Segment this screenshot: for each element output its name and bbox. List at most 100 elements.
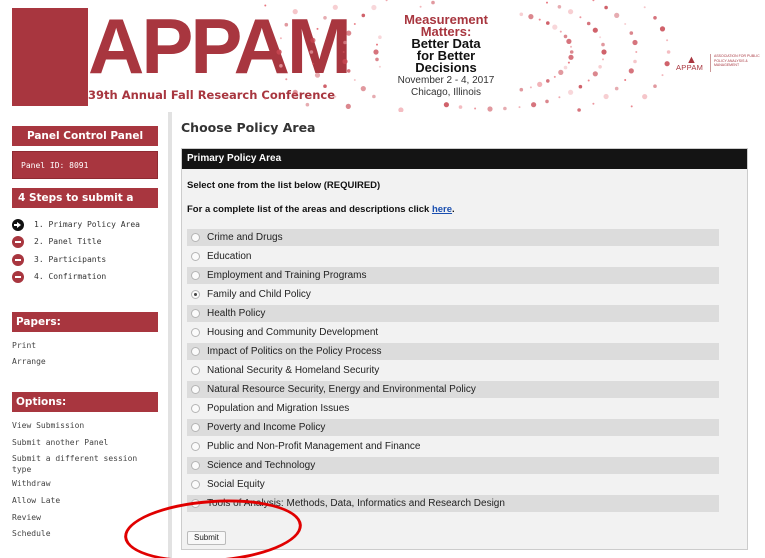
policy-option-row[interactable]: Impact of Politics on the Policy Process	[187, 343, 719, 360]
decorative-dot	[361, 13, 366, 18]
current-step-arrow-icon	[12, 219, 24, 231]
schedule-link[interactable]: Schedule	[12, 528, 152, 539]
decorative-dot	[305, 102, 310, 107]
policy-option-row[interactable]: Tools of Analysis: Methods, Data, Inform…	[187, 495, 719, 512]
conference-theme: Measurement Matters: Better Data for Bet…	[397, 13, 495, 98]
review-link[interactable]: Review	[12, 512, 152, 523]
submit-button[interactable]: Submit	[187, 531, 226, 545]
decorative-dot	[666, 39, 669, 42]
policy-option-radio[interactable]	[191, 347, 200, 356]
policy-option-radio[interactable]	[191, 271, 200, 280]
decorative-dot	[653, 15, 657, 20]
decorative-dot	[332, 4, 338, 10]
policy-option-row[interactable]: Crime and Drugs	[187, 229, 719, 246]
policy-option-radio[interactable]	[191, 290, 200, 299]
policy-option-row[interactable]: Poverty and Income Policy	[187, 419, 719, 436]
decorative-dot	[531, 102, 537, 108]
decorative-dot	[519, 87, 524, 92]
policy-option-radio[interactable]	[191, 442, 200, 451]
arrange-link[interactable]: Arrange	[12, 356, 152, 367]
policy-option-row[interactable]: Education	[187, 248, 719, 265]
decorative-dot	[323, 84, 327, 88]
policy-option-radio[interactable]	[191, 233, 200, 242]
policy-option-radio[interactable]	[191, 252, 200, 261]
withdraw-link[interactable]: Withdraw	[12, 478, 152, 489]
policy-option-radio[interactable]	[191, 385, 200, 394]
submit-different-session-link[interactable]: Submit a different session type	[12, 453, 152, 475]
policy-option-label: Housing and Community Development	[207, 327, 379, 338]
decorative-dot	[378, 35, 382, 39]
policy-option-row[interactable]: National Security & Homeland Security	[187, 362, 719, 379]
policy-option-row[interactable]: Health Policy	[187, 305, 719, 322]
step-label: 3. Participants	[34, 255, 107, 264]
theme-line-5: Decisions	[415, 60, 477, 75]
sidebar: Panel Control Panel Panel ID: 8091 4 Ste…	[12, 122, 158, 558]
policy-option-row[interactable]: Public and Non-Profit Management and Fin…	[187, 438, 719, 455]
areas-list-link[interactable]: here	[432, 204, 452, 215]
decorative-dot	[279, 37, 282, 40]
decorative-dot	[309, 50, 314, 54]
decorative-dot	[624, 79, 627, 81]
decorative-dot	[292, 89, 298, 95]
policy-option-label: Natural Resource Security, Energy and En…	[207, 384, 476, 395]
decorative-dot	[632, 39, 638, 46]
print-link[interactable]: Print	[12, 340, 152, 351]
step-label: 2. Panel Title	[34, 237, 102, 246]
decorative-dot	[375, 57, 379, 62]
pending-step-minus-icon	[12, 254, 24, 266]
decorative-dot	[635, 51, 638, 53]
decorative-dot	[603, 93, 609, 100]
policy-option-radio[interactable]	[191, 480, 200, 489]
policy-option-row[interactable]: Population and Migration Issues	[187, 400, 719, 417]
policy-option-radio[interactable]	[191, 366, 200, 375]
decorative-dot	[592, 0, 595, 2]
required-instruction: Select one from the list below (REQUIRED…	[187, 180, 381, 191]
decorative-dot	[372, 94, 376, 99]
policy-area-form: Primary Policy Area Select one from the …	[181, 148, 748, 550]
policy-option-label: Population and Migration Issues	[207, 403, 350, 414]
logo-divider	[710, 54, 711, 72]
policy-option-radio[interactable]	[191, 423, 200, 432]
sidebar-scrollbar[interactable]	[168, 112, 172, 558]
decorative-dot	[487, 106, 493, 112]
view-submission-link[interactable]: View Submission	[12, 420, 152, 431]
step-label: 4. Confirmation	[34, 272, 107, 281]
policy-option-row[interactable]: Housing and Community Development	[187, 324, 719, 341]
policy-option-radio[interactable]	[191, 461, 200, 470]
decorative-dot	[592, 71, 598, 77]
policy-option-radio[interactable]	[191, 499, 200, 508]
policy-option-row[interactable]: Employment and Training Programs	[187, 267, 719, 284]
policy-option-label: Employment and Training Programs	[207, 270, 367, 281]
decorative-dot	[285, 78, 288, 81]
decorative-dot	[334, 95, 337, 98]
decorative-dot	[558, 96, 561, 99]
policy-option-radio[interactable]	[191, 328, 200, 337]
policy-option-row[interactable]: Natural Resource Security, Energy and En…	[187, 381, 719, 398]
policy-option-row[interactable]: Social Equity	[187, 476, 719, 493]
decorative-dot	[345, 103, 351, 109]
decorative-dot	[566, 38, 572, 45]
decorative-dot	[398, 107, 404, 112]
areas-list-note-end: .	[452, 204, 455, 215]
decorative-dot	[567, 61, 570, 64]
decorative-dot	[569, 50, 574, 54]
decorative-dot	[628, 68, 634, 74]
submit-another-panel-link[interactable]: Submit another Panel	[12, 437, 152, 448]
policy-option-radio[interactable]	[191, 309, 200, 318]
decorative-dot	[353, 79, 356, 81]
decorative-dot	[598, 65, 602, 69]
allow-late-link[interactable]: Allow Late	[12, 495, 152, 506]
policy-option-row[interactable]: Science and Technology	[187, 457, 719, 474]
policy-option-label: Family and Child Policy	[207, 289, 311, 300]
decorative-dot	[587, 79, 590, 82]
decorative-dot	[311, 62, 314, 65]
decorative-dot	[545, 99, 549, 104]
policy-option-label: Crime and Drugs	[207, 232, 283, 243]
decorative-dot	[563, 65, 568, 70]
decorative-dot	[578, 84, 583, 89]
policy-option-row[interactable]: Family and Child Policy	[187, 286, 719, 303]
decorative-dot	[546, 1, 548, 4]
policy-option-label: Impact of Politics on the Policy Process	[207, 346, 382, 357]
policy-option-label: National Security & Homeland Security	[207, 365, 380, 376]
policy-option-radio[interactable]	[191, 404, 200, 413]
